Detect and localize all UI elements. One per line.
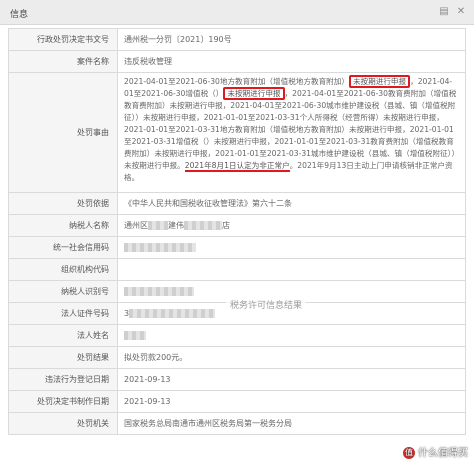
value-authority: 国家税务总局南通市通州区税务局第一税务分局 [117, 412, 466, 435]
row-result: 处罚结果 拟处罚款200元。 [8, 346, 466, 369]
label-taxpayer-id: 纳税人识别号 [8, 280, 118, 303]
label-case-name: 案件名称 [8, 50, 118, 73]
value-credit-code [117, 236, 466, 259]
value-org-code [117, 258, 466, 281]
value-taxpayer-name: 通州区 建伟 店 [117, 214, 466, 237]
taxpayer-name-suffix: 店 [222, 221, 230, 230]
value-legal-name [117, 324, 466, 347]
row-legal-name: 法人姓名 [8, 324, 466, 347]
row-credit-code: 统一社会信用码 [8, 236, 466, 259]
site-credit: 值什么值得买 [403, 444, 468, 459]
redaction-mask [129, 309, 216, 318]
value-violation-date: 2021-09-13 [117, 368, 466, 391]
site-logo-icon: 值 [403, 447, 415, 459]
row-basis: 处罚依据 《中华人民共和国税收征收管理法》第六十二条 [8, 192, 466, 215]
reason-highlight-1: 未按期进行申报 [348, 75, 411, 88]
reason-highlight-2: 未按期进行申报 [223, 87, 285, 100]
label-doc-no: 行政处罚决定书文号 [8, 28, 118, 51]
redaction-mask [124, 243, 196, 252]
label-taxpayer-name: 纳税人名称 [8, 214, 118, 237]
value-decision-date: 2021-09-13 [117, 390, 466, 413]
label-decision-date: 处罚决定书制作日期 [8, 390, 118, 413]
taxpayer-name-prefix: 通州区 [124, 221, 148, 230]
row-reason: 处罚事由 2021-04-01至2021-06-30地方教育附加（增值税地方教育… [8, 72, 466, 193]
row-decision-date: 处罚决定书制作日期 2021-09-13 [8, 390, 466, 413]
reason-text-3: ，2021-04-01至2021-06-30教育费附加（增值税教育费附加）未按期… [124, 89, 460, 170]
print-icon[interactable]: ▤ [438, 6, 450, 18]
redaction-mask [124, 287, 194, 296]
redaction-mask [184, 221, 222, 230]
label-reason: 处罚事由 [8, 72, 118, 193]
row-doc-no: 行政处罚决定书文号 通州税一分罚〔2021〕190号 [8, 28, 466, 51]
row-violation-date: 违法行为登记日期 2021-09-13 [8, 368, 466, 391]
taxpayer-name-middle: 建伟 [168, 221, 184, 230]
value-basis: 《中华人民共和国税收征收管理法》第六十二条 [117, 192, 466, 215]
label-legal-name: 法人姓名 [8, 324, 118, 347]
close-icon[interactable]: ✕ [455, 6, 467, 18]
redaction-mask [148, 221, 168, 230]
value-reason: 2021-04-01至2021-06-30地方教育附加（增值税地方教育附加） 未按… [117, 72, 466, 193]
label-result: 处罚结果 [8, 346, 118, 369]
site-credit-text: 什么值得买 [418, 448, 468, 459]
reason-underline-abnormal: 2021年8月1日认定为非正常户 [184, 161, 290, 172]
row-case-name: 案件名称 违反税收管理 [8, 50, 466, 73]
penalty-info-table: 行政处罚决定书文号 通州税一分罚〔2021〕190号 案件名称 违反税收管理 处… [8, 28, 466, 435]
label-basis: 处罚依据 [8, 192, 118, 215]
label-org-code: 组织机构代码 [8, 258, 118, 281]
row-org-code: 组织机构代码 [8, 258, 466, 281]
window-titlebar: 信息 ▤ ✕ [0, 0, 474, 25]
row-authority: 处罚机关 国家税务总局南通市通州区税务局第一税务分局 [8, 412, 466, 435]
watermark-text: 税务许可信息结果 [226, 297, 307, 312]
window-title: 信息 [10, 10, 29, 20]
value-result: 拟处罚款200元。 [117, 346, 466, 369]
label-authority: 处罚机关 [8, 412, 118, 435]
value-case-name: 违反税收管理 [117, 50, 466, 73]
reason-text-1: 2021-04-01至2021-06-30地方教育附加（增值税地方教育附加） [124, 77, 349, 86]
label-credit-code: 统一社会信用码 [8, 236, 118, 259]
label-legal-cert: 法人证件号码 [8, 302, 118, 325]
value-doc-no: 通州税一分罚〔2021〕190号 [117, 28, 466, 51]
label-violation-date: 违法行为登记日期 [8, 368, 118, 391]
redaction-mask [124, 331, 146, 340]
row-taxpayer-name: 纳税人名称 通州区 建伟 店 [8, 214, 466, 237]
